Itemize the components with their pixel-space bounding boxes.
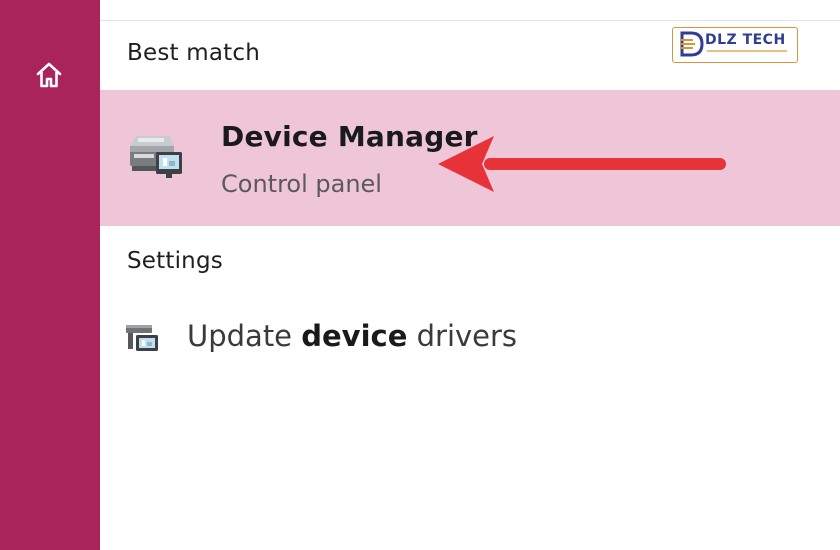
update-drivers-icon bbox=[126, 325, 158, 351]
home-icon bbox=[36, 62, 62, 88]
best-match-header: Best match bbox=[127, 40, 260, 66]
device-manager-icon bbox=[130, 136, 182, 178]
watermark-logo-mark-icon bbox=[680, 31, 704, 57]
device-manager-subtitle: Control panel bbox=[221, 170, 382, 198]
update-label-prefix: Update bbox=[187, 319, 302, 353]
search-results-panel: Best match Device Manager Control panel … bbox=[100, 0, 840, 550]
update-device-drivers-label: Update device drivers bbox=[187, 319, 517, 353]
watermark-logo-tagline bbox=[707, 50, 787, 52]
watermark-logo: DLZ TECH bbox=[672, 27, 798, 63]
home-button[interactable] bbox=[28, 55, 70, 95]
search-results-top-strip bbox=[100, 0, 840, 21]
watermark-logo-text: DLZ TECH bbox=[705, 32, 786, 48]
device-manager-result[interactable]: Device Manager Control panel bbox=[100, 90, 840, 226]
settings-header: Settings bbox=[127, 248, 223, 274]
annotation-arrow bbox=[438, 136, 726, 192]
update-label-suffix: drivers bbox=[407, 319, 518, 353]
update-label-bold: device bbox=[301, 319, 408, 353]
start-sidebar bbox=[0, 0, 100, 550]
update-device-drivers-result[interactable]: Update device drivers bbox=[100, 305, 840, 369]
